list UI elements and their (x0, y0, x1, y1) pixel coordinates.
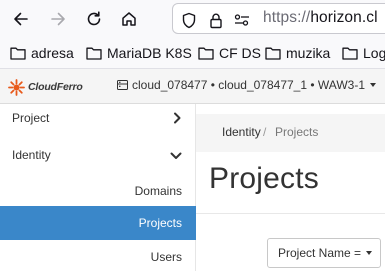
home-icon (122, 12, 136, 26)
cloudferro-logo[interactable]: CloudFerro (8, 78, 83, 96)
back-button[interactable] (8, 6, 34, 32)
cloudferro-logo-icon (8, 78, 25, 96)
bookmarks-bar: adresa MariaDB K8S CF DS muzika Log (0, 37, 385, 69)
breadcrumb-identity[interactable]: Identity (222, 125, 261, 139)
url-bar[interactable]: https://horizon.cl (172, 3, 385, 34)
bookmark-folder-cf-ds[interactable]: CF DS (198, 44, 261, 62)
caret-down-icon (366, 251, 373, 255)
breadcrumb-separator: / (263, 125, 267, 139)
folder-icon (265, 47, 281, 60)
sidebar-item-domains[interactable]: Domains (0, 176, 196, 206)
reload-button[interactable] (81, 6, 107, 32)
sidebar-item-projects[interactable]: Projects (0, 206, 196, 240)
main-content: Identity / Projects Projects Project Nam… (196, 104, 385, 271)
forward-arrow-icon (51, 12, 65, 26)
folder-icon (10, 47, 26, 60)
forward-button[interactable] (45, 6, 71, 32)
bookmark-folder-adresa[interactable]: adresa (10, 44, 74, 62)
bookmark-folder-mariadb[interactable]: MariaDB K8S (86, 44, 192, 62)
bookmark-folder-muzika[interactable]: muzika (265, 44, 330, 62)
back-arrow-icon (14, 12, 28, 26)
lock-icon[interactable] (207, 11, 225, 29)
chevron-down-icon (170, 152, 182, 159)
sidebar: Project Identity Domains Projects Users (0, 104, 196, 271)
project-context-selector[interactable]: cloud_078477 • cloud_078477_1 • WAW3-1 (117, 78, 377, 92)
server-icon (117, 80, 128, 90)
app-header: CloudFerro cloud_078477 • cloud_078477_1… (0, 69, 385, 104)
folder-icon (342, 47, 358, 60)
filter-field-dropdown[interactable]: Project Name = (267, 238, 381, 268)
folder-icon (86, 47, 102, 60)
breadcrumb: Identity / Projects (196, 114, 385, 152)
folder-icon (198, 47, 214, 60)
url-text[interactable]: https://horizon.cl (263, 9, 378, 27)
sidebar-item-users[interactable]: Users (0, 242, 196, 271)
sidebar-item-project[interactable]: Project (0, 104, 196, 132)
page-title: Projects (209, 162, 319, 195)
reload-icon (87, 11, 101, 26)
breadcrumb-projects: Projects (275, 125, 319, 139)
shield-icon[interactable] (180, 11, 198, 29)
permissions-icon[interactable] (233, 11, 251, 29)
chevron-right-icon (174, 112, 181, 124)
divider (196, 213, 385, 214)
caret-down-icon (370, 83, 377, 87)
browser-toolbar: https://horizon.cl (0, 0, 385, 37)
sidebar-item-identity[interactable]: Identity (0, 142, 196, 170)
home-button[interactable] (116, 6, 142, 32)
bookmark-folder-log[interactable]: Log (342, 44, 385, 62)
